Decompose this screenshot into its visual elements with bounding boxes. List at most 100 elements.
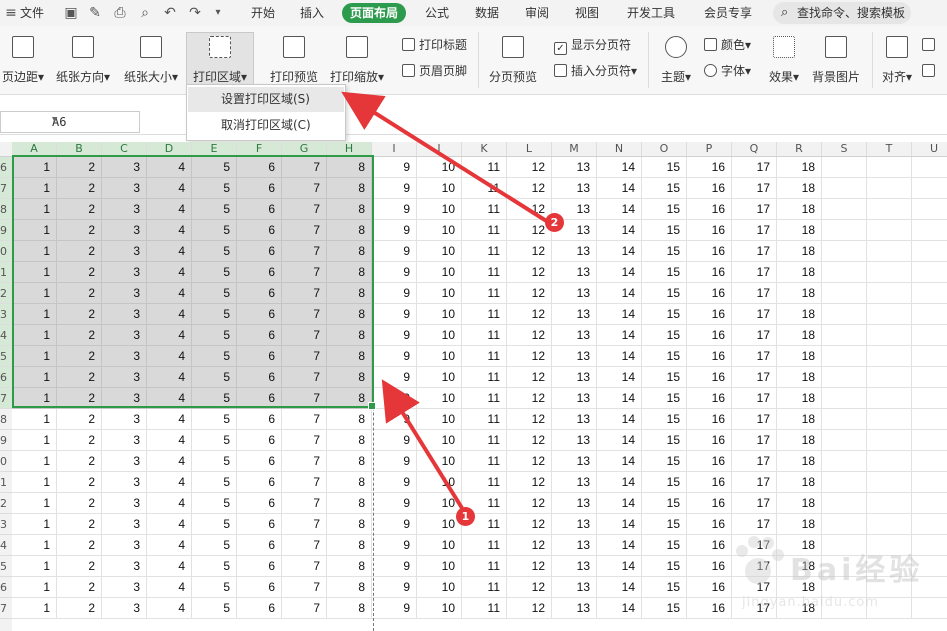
colors-button[interactable]: 颜色▾ (704, 36, 751, 54)
column-header-a[interactable]: A (12, 142, 57, 156)
grid-cell[interactable]: 11 (462, 451, 507, 472)
grid-cell[interactable]: 11 (462, 409, 507, 430)
align-button[interactable]: 对齐▾ (878, 36, 916, 85)
grid-cell[interactable]: 4 (147, 535, 192, 556)
grid-cell[interactable]: 8 (327, 451, 372, 472)
tab-home[interactable]: 开始 (251, 0, 275, 26)
row-header[interactable]: 8 (0, 409, 12, 430)
grid-cell[interactable]: 17 (732, 430, 777, 451)
orientation-button[interactable]: 纸张方向▾ (52, 36, 114, 85)
grid-cell[interactable]: 9 (372, 577, 417, 598)
row-header[interactable]: 5 (0, 556, 12, 577)
grid-cell[interactable]: 12 (507, 157, 552, 178)
grid-cell[interactable]: 17 (732, 388, 777, 409)
grid-cell[interactable]: 14 (597, 535, 642, 556)
grid-cell[interactable]: 9 (372, 430, 417, 451)
margins-button[interactable]: 页边距▾ (0, 36, 46, 85)
grid-cell[interactable]: 11 (462, 199, 507, 220)
grid-cell[interactable]: 16 (687, 493, 732, 514)
row-header[interactable]: 8 (0, 199, 12, 220)
grid-cell[interactable]: 16 (687, 367, 732, 388)
grid-cell[interactable] (912, 325, 947, 346)
rotate-button[interactable] (922, 62, 939, 80)
grid-cell[interactable]: 3 (102, 514, 147, 535)
print-area-button[interactable]: 打印区域▾ (188, 36, 252, 85)
grid-cell[interactable]: 9 (372, 556, 417, 577)
grid-cell[interactable]: 11 (462, 367, 507, 388)
grid-cell[interactable]: 16 (687, 178, 732, 199)
grid-cell[interactable]: 4 (147, 409, 192, 430)
grid-cell[interactable]: 14 (597, 283, 642, 304)
grid-cell[interactable]: 3 (102, 598, 147, 619)
grid-cell[interactable]: 12 (507, 283, 552, 304)
grid-cell[interactable]: 15 (642, 472, 687, 493)
column-header-g[interactable]: G (282, 142, 327, 156)
grid-cell[interactable]: 15 (642, 304, 687, 325)
grid-cell[interactable]: 11 (462, 178, 507, 199)
grid-cell[interactable]: 3 (102, 556, 147, 577)
grid-cell[interactable]: 2 (57, 556, 102, 577)
grid-cell[interactable]: 1 (12, 598, 57, 619)
grid-cell[interactable]: 12 (507, 388, 552, 409)
grid-cell[interactable]: 6 (237, 451, 282, 472)
grid-cell[interactable]: 6 (237, 514, 282, 535)
grid-cell[interactable]: 13 (552, 388, 597, 409)
grid-cell[interactable]: 2 (57, 472, 102, 493)
grid-cell[interactable]: 8 (327, 430, 372, 451)
grid-cell[interactable]: 5 (192, 451, 237, 472)
grid-cell[interactable]: 2 (57, 451, 102, 472)
grid-cell[interactable]: 11 (462, 346, 507, 367)
grid-cell[interactable]: 18 (777, 262, 822, 283)
column-header-e[interactable]: E (192, 142, 237, 156)
print-icon[interactable]: ⎙ (111, 4, 129, 22)
grid-cell[interactable]: 11 (462, 325, 507, 346)
grid-cell[interactable] (867, 325, 912, 346)
grid-cell[interactable]: 16 (687, 409, 732, 430)
grid-cell[interactable]: 3 (102, 535, 147, 556)
grid-cell[interactable]: 11 (462, 388, 507, 409)
grid-cell[interactable] (867, 493, 912, 514)
grid-cell[interactable]: 9 (372, 304, 417, 325)
grid-cell[interactable]: 3 (102, 451, 147, 472)
grid-cell[interactable] (867, 409, 912, 430)
grid-cell[interactable]: 11 (462, 283, 507, 304)
chevron-down-icon[interactable]: ▼ (52, 115, 135, 125)
grid-cell[interactable]: 12 (507, 409, 552, 430)
column-header-f[interactable]: F (237, 142, 282, 156)
row-header[interactable]: 7 (0, 598, 12, 619)
grid-cell[interactable]: 18 (777, 367, 822, 388)
grid-cell[interactable]: 12 (507, 451, 552, 472)
group-button[interactable] (922, 36, 939, 54)
grid-cell[interactable]: 12 (507, 472, 552, 493)
grid-cell[interactable]: 9 (372, 199, 417, 220)
grid-cell[interactable] (912, 283, 947, 304)
grid-cell[interactable]: 10 (417, 577, 462, 598)
tab-formulas[interactable]: 公式 (425, 0, 449, 26)
menu-icon[interactable]: ≡ (2, 4, 20, 22)
grid-cell[interactable]: 9 (372, 535, 417, 556)
grid-cell[interactable]: 18 (777, 220, 822, 241)
grid-cell[interactable]: 15 (642, 325, 687, 346)
grid-cell[interactable]: 18 (777, 178, 822, 199)
grid-cell[interactable]: 9 (372, 262, 417, 283)
grid-cell[interactable] (822, 283, 867, 304)
grid-cell[interactable]: 8 (327, 535, 372, 556)
print-preview-icon[interactable]: ⌕ (136, 4, 154, 22)
grid-cell[interactable]: 16 (687, 262, 732, 283)
grid-cell[interactable] (867, 430, 912, 451)
grid-cell[interactable] (867, 178, 912, 199)
grid-cell[interactable]: 10 (417, 241, 462, 262)
grid-cell[interactable] (912, 388, 947, 409)
grid-cell[interactable]: 1 (12, 409, 57, 430)
row-header[interactable]: 5 (0, 346, 12, 367)
grid-cell[interactable]: 13 (552, 535, 597, 556)
grid-cell[interactable]: 1 (12, 493, 57, 514)
grid-cell[interactable]: 11 (462, 556, 507, 577)
grid-cell[interactable]: 6 (237, 577, 282, 598)
grid-cell[interactable]: 2 (57, 535, 102, 556)
save-icon[interactable]: ▣ (62, 4, 80, 22)
grid-cell[interactable]: 5 (192, 430, 237, 451)
grid-cell[interactable]: 18 (777, 472, 822, 493)
grid-cell[interactable]: 17 (732, 409, 777, 430)
grid-cell[interactable]: 8 (327, 409, 372, 430)
